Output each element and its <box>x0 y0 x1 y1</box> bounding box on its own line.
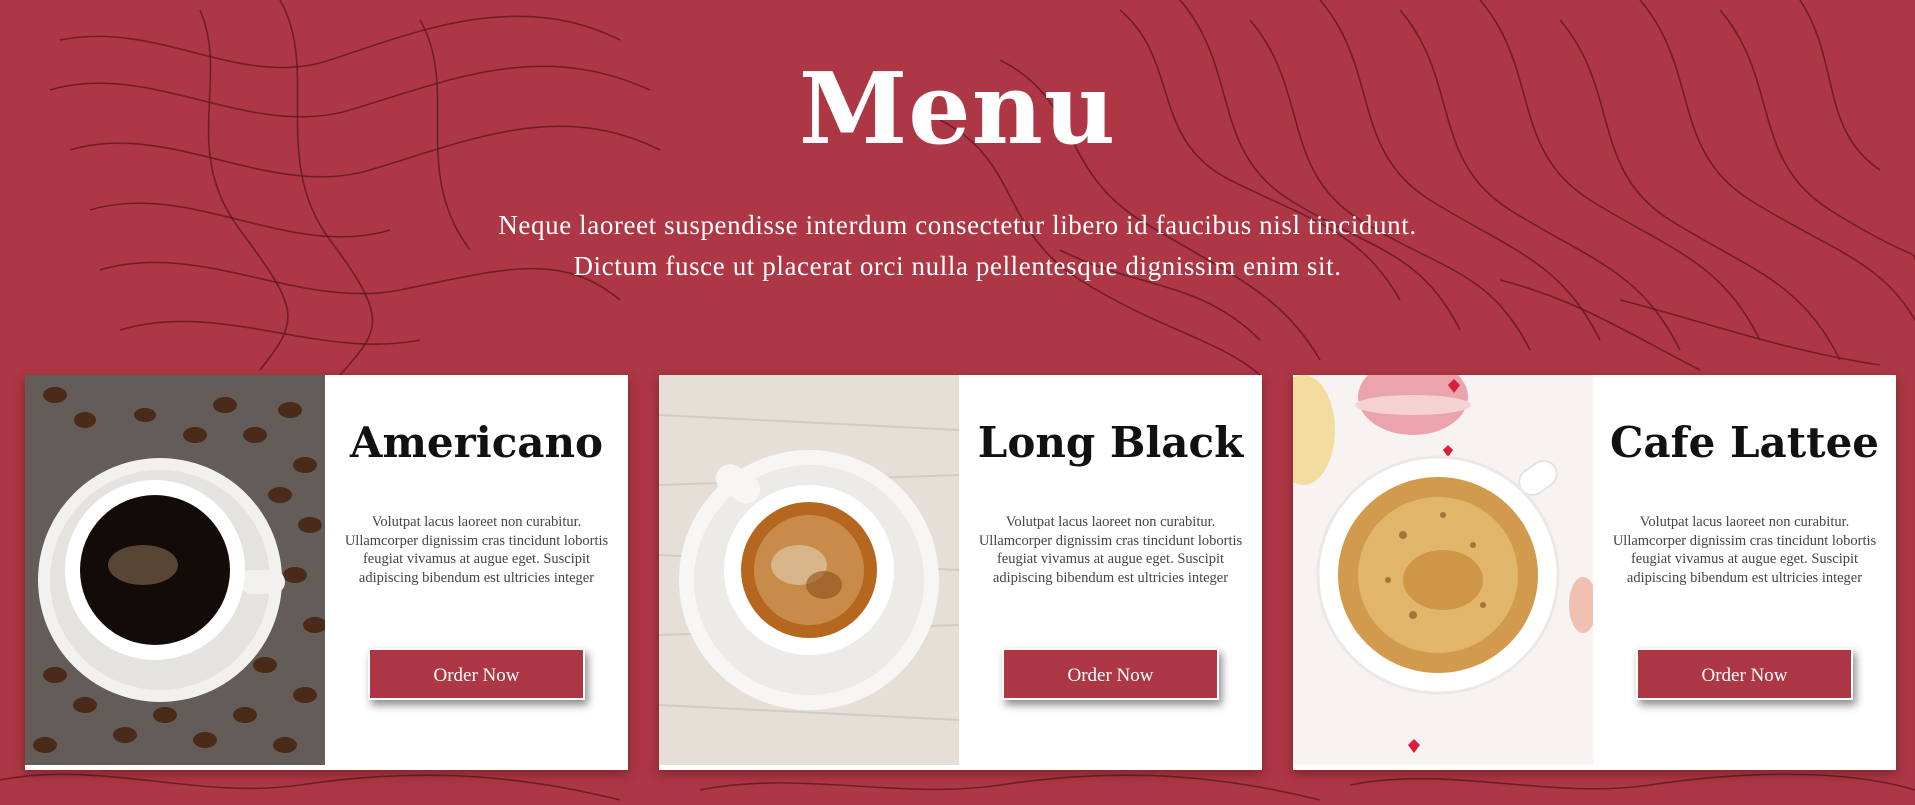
order-now-button[interactable]: Order Now <box>368 648 585 700</box>
subtitle-line-2: Dictum fusce ut placerat orci nulla pell… <box>573 251 1342 281</box>
order-now-button[interactable]: Order Now <box>1636 648 1853 700</box>
menu-cards: Americano Volutpat lacus laoreet non cur… <box>25 375 1896 770</box>
long-black-card-body: Long Black Volutpat lacus laoreet non cu… <box>959 375 1262 770</box>
page-subtitle: Neque laoreet suspendisse interdum conse… <box>0 205 1915 287</box>
card-title: Long Black <box>977 418 1244 467</box>
cafe-lattee-card-body: Cafe Lattee Volutpat lacus laoreet non c… <box>1593 375 1896 770</box>
card-description: Volutpat lacus laoreet non curabitur. Ul… <box>978 514 1243 586</box>
card-description: Volutpat lacus laoreet non curabitur. Ul… <box>344 514 609 586</box>
long-black-image <box>659 375 959 765</box>
cafe-lattee-image <box>1293 375 1593 765</box>
menu-card-americano: Americano Volutpat lacus laoreet non cur… <box>25 375 628 770</box>
card-title: Americano <box>349 418 604 467</box>
menu-card-cafe-lattee: Cafe Lattee Volutpat lacus laoreet non c… <box>1293 375 1896 770</box>
americano-card-body: Americano Volutpat lacus laoreet non cur… <box>325 375 628 770</box>
page-title: Menu <box>798 52 1117 167</box>
order-now-button[interactable]: Order Now <box>1002 648 1219 700</box>
card-description: Volutpat lacus laoreet non curabitur. Ul… <box>1612 514 1877 586</box>
americano-image <box>25 375 325 765</box>
menu-card-long-black: Long Black Volutpat lacus laoreet non cu… <box>659 375 1262 770</box>
card-title: Cafe Lattee <box>1609 418 1880 467</box>
subtitle-line-1: Neque laoreet suspendisse interdum conse… <box>498 210 1417 240</box>
